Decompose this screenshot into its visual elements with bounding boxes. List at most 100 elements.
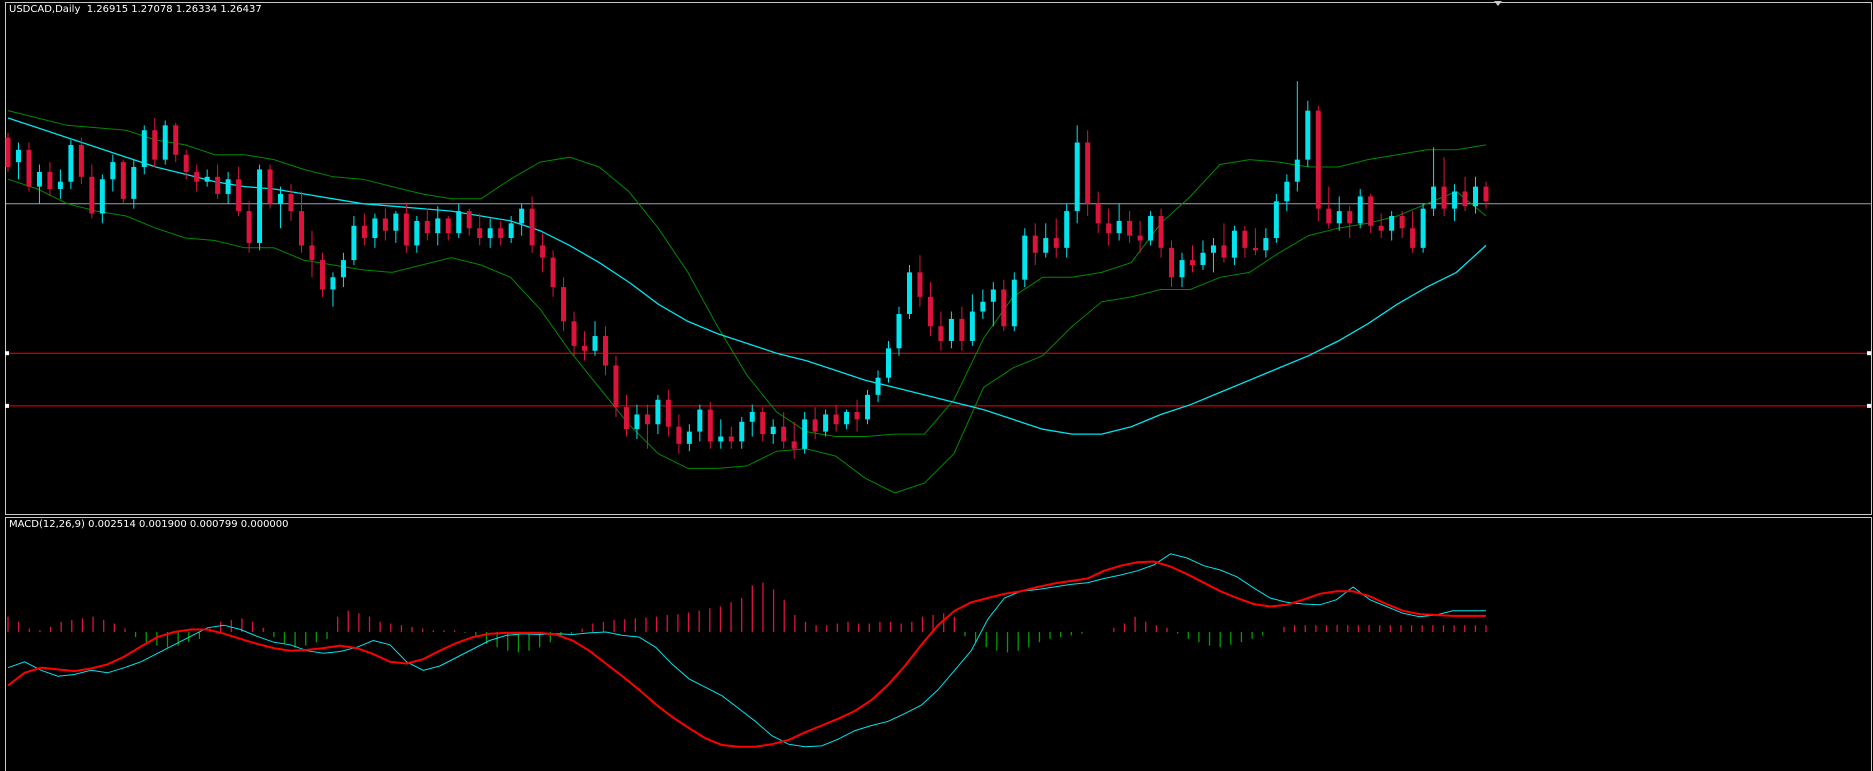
- bollinger-upper-band: [7, 110, 1487, 437]
- candle-body: [36, 171, 42, 187]
- candle-body: [26, 149, 32, 187]
- candle-body: [1263, 238, 1269, 251]
- candle-body: [550, 257, 556, 288]
- candle-body: [330, 277, 336, 290]
- candle-body: [749, 412, 755, 422]
- candle-body: [676, 426, 682, 444]
- candle-body: [1106, 223, 1112, 234]
- candle-body: [1158, 216, 1164, 248]
- candle-body: [1273, 201, 1279, 239]
- candle-body: [906, 272, 912, 314]
- candle-body: [204, 176, 210, 182]
- candle-body: [340, 260, 346, 278]
- candle-body: [781, 426, 787, 442]
- candle-body: [1137, 235, 1143, 241]
- candle-body: [1127, 220, 1133, 236]
- candle-body: [1431, 186, 1437, 209]
- candle-body: [602, 336, 608, 366]
- candle-body: [466, 211, 472, 229]
- candle-body: [980, 301, 986, 312]
- macd-signal-line: [7, 560, 1486, 748]
- candle-body: [655, 399, 661, 425]
- candle-body: [812, 419, 818, 432]
- candle-body: [959, 318, 965, 341]
- candle-body: [288, 193, 294, 212]
- candle-body: [1483, 186, 1489, 202]
- candle-body: [414, 220, 420, 246]
- candle-body: [1441, 186, 1447, 209]
- candle-body: [875, 377, 881, 395]
- candle-body: [1399, 216, 1405, 229]
- level-handle-left-1: [5, 403, 9, 408]
- candle-body: [141, 130, 147, 167]
- candle-body: [707, 409, 713, 442]
- candle-body: [382, 218, 388, 231]
- macd-title: MACD(12,26,9) 0.002514 0.001900 0.000799…: [9, 519, 289, 530]
- candle-body: [948, 318, 954, 341]
- candle-body: [1378, 225, 1384, 231]
- candle-body: [1179, 260, 1185, 278]
- candle-body: [1336, 211, 1342, 224]
- candle-body: [1221, 245, 1227, 258]
- candle-body: [183, 154, 189, 172]
- symbol-label: USDCAD,Daily: [9, 4, 81, 15]
- candle-body: [1032, 235, 1038, 253]
- candle-body: [1064, 211, 1070, 248]
- candle-body: [372, 218, 378, 239]
- candle-body: [1347, 211, 1353, 224]
- candle-body: [1305, 110, 1311, 160]
- candle-body: [120, 162, 126, 199]
- candle-body: [1410, 228, 1416, 248]
- candle-body: [854, 412, 860, 420]
- candle-body: [225, 179, 231, 194]
- candle-body: [613, 365, 619, 408]
- macd-line: [7, 553, 1486, 748]
- candle-body: [582, 345, 588, 351]
- candle-body: [1326, 208, 1332, 224]
- candle-body: [665, 399, 671, 427]
- candle-body: [99, 179, 105, 214]
- candle-body: [246, 211, 252, 243]
- candle-body: [456, 211, 462, 234]
- candle-body: [1074, 142, 1080, 212]
- candle-body: [1420, 208, 1426, 248]
- candle-body: [215, 176, 221, 194]
- candle-body: [865, 394, 871, 420]
- candle-body: [1231, 230, 1237, 258]
- candle-body: [403, 213, 409, 246]
- candle-body: [644, 414, 650, 425]
- candle-body: [1242, 230, 1248, 248]
- candle-body: [361, 225, 367, 239]
- candle-body: [110, 162, 116, 180]
- level-handle-left-0: [5, 351, 9, 356]
- candle-body: [194, 171, 200, 182]
- candle-body: [1315, 110, 1321, 209]
- candle-body: [896, 314, 902, 349]
- candle-body: [5, 137, 11, 167]
- ohlc-label: 1.26915 1.27078 1.26334 1.26437: [86, 4, 262, 15]
- candle-body: [278, 193, 284, 204]
- candle-body: [519, 208, 525, 224]
- candle-body: [1085, 142, 1091, 204]
- candle-body: [990, 289, 996, 302]
- candle-body: [78, 144, 84, 177]
- candle-body: [393, 213, 399, 231]
- candle-body: [152, 130, 158, 160]
- candle-body: [1116, 220, 1122, 234]
- candle-body: [728, 436, 734, 442]
- candle-body: [540, 245, 546, 258]
- candle-body: [1169, 247, 1175, 278]
- candle-body: [1252, 247, 1258, 251]
- level-handle-right-1: [1867, 403, 1871, 408]
- candle-body: [15, 149, 21, 163]
- candle-body: [760, 412, 766, 435]
- candle-body: [623, 407, 629, 430]
- candle-body: [1200, 252, 1206, 265]
- level-handle-right-0: [1867, 351, 1871, 356]
- candle-body: [969, 311, 975, 341]
- candle-body: [1389, 216, 1395, 231]
- candle-body: [1452, 191, 1458, 209]
- candle-body: [561, 287, 567, 322]
- candle-body: [162, 125, 168, 160]
- candle-body: [802, 419, 808, 449]
